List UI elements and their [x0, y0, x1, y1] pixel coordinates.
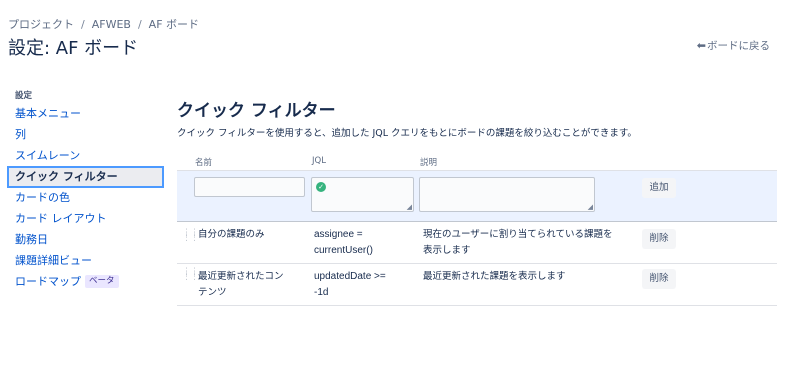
- section-description: クイック フィルターを使用すると、追加した JQL クエリをもとにボードの課題を…: [177, 128, 637, 139]
- sidebar-item-label: 基本メニュー: [15, 107, 81, 120]
- drag-handle-icon[interactable]: ⋮⋮ ⋮⋮: [182, 229, 199, 243]
- breadcrumb-board[interactable]: AF ボード: [149, 18, 199, 31]
- back-to-board-link[interactable]: ⬅ ボードに戻る: [697, 38, 770, 53]
- sidebar-item-issue-detail-view[interactable]: 課題詳細ビュー: [0, 251, 170, 272]
- filter-name-input[interactable]: [194, 177, 305, 197]
- delete-filter-button[interactable]: 削除: [642, 229, 676, 249]
- section-title: クイック フィルター: [177, 101, 336, 121]
- filter-description: 最近更新された課題を表示します: [423, 271, 566, 282]
- sidebar-item-swimlanes[interactable]: スイムレーン: [0, 146, 170, 167]
- arrow-left-icon: ⬅: [696, 39, 706, 52]
- sidebar-item-quick-filters[interactable]: クイック フィルター: [7, 166, 164, 189]
- sidebar-item-card-layout[interactable]: カード レイアウト: [0, 209, 170, 230]
- drag-handle-icon[interactable]: ⋮⋮ ⋮⋮: [182, 268, 199, 282]
- sidebar-item-label: カードの色: [15, 191, 70, 205]
- sidebar-item-label: カード レイアウト: [15, 212, 107, 226]
- filter-name: 最近更新されたコン テンツ: [198, 271, 284, 298]
- sidebar-item-general[interactable]: 基本メニュー: [0, 104, 170, 125]
- delete-filter-button[interactable]: 削除: [642, 269, 676, 289]
- filter-description-textarea[interactable]: ◢: [419, 177, 595, 212]
- resize-handle-icon[interactable]: ◢: [588, 203, 593, 211]
- sidebar-item-label: 列: [15, 127, 26, 141]
- sidebar-heading: 設定: [15, 91, 33, 101]
- beta-badge: ベータ: [85, 275, 119, 289]
- sidebar-item-label: ロードマップ: [15, 274, 81, 288]
- sidebar-item-roadmap[interactable]: ロードマップ ベータ: [0, 272, 170, 293]
- filter-jql: updatedDate >= -1d: [314, 271, 386, 298]
- page-title: 設定: AF ボード: [8, 38, 139, 59]
- settings-sidebar: 設定 基本メニュー 列 スイムレーン クイック フィルター カードの色 カード …: [0, 88, 170, 292]
- sidebar-item-label: 勤務日: [15, 232, 48, 246]
- add-filter-form: ✓ ◢ ◢ 追加: [177, 170, 777, 222]
- check-circle-icon: ✓: [316, 182, 326, 192]
- back-to-board-label: ボードに戻る: [707, 40, 770, 52]
- sidebar-item-label: スイムレーン: [15, 148, 81, 162]
- filter-jql: assignee = currentUser(): [314, 229, 373, 256]
- sidebar-item-working-days[interactable]: 勤務日: [0, 230, 170, 251]
- breadcrumb-separator: /: [137, 18, 142, 31]
- filter-name: 自分の課題のみ: [198, 229, 265, 240]
- filter-jql-textarea[interactable]: ✓ ◢: [311, 177, 414, 212]
- breadcrumb-projects[interactable]: プロジェクト: [8, 18, 74, 31]
- breadcrumb-separator: /: [81, 18, 85, 31]
- filter-row: ⋮⋮ ⋮⋮ 最近更新されたコン テンツ updatedDate >= -1d 最近…: [177, 264, 777, 306]
- resize-handle-icon[interactable]: ◢: [407, 203, 412, 211]
- breadcrumb-project-afweb[interactable]: AFWEB: [92, 18, 131, 31]
- add-filter-button[interactable]: 追加: [642, 178, 676, 198]
- column-header-name: 名前: [195, 158, 213, 168]
- sidebar-item-columns[interactable]: 列: [0, 125, 170, 146]
- sidebar-item-label: クイック フィルター: [15, 170, 118, 184]
- filter-description: 現在のユーザーに割り当てられている課題を 表示します: [423, 229, 613, 256]
- sidebar-item-card-colors[interactable]: カードの色: [0, 188, 170, 209]
- column-header-description: 説明: [420, 158, 438, 168]
- sidebar-item-label: 課題詳細ビュー: [15, 253, 92, 267]
- filter-row: ⋮⋮ ⋮⋮ 自分の課題のみ assignee = currentUser() 現在…: [177, 222, 777, 264]
- breadcrumb: プロジェクト / AFWEB / AF ボード: [8, 16, 199, 32]
- column-header-jql: JQL: [312, 156, 326, 166]
